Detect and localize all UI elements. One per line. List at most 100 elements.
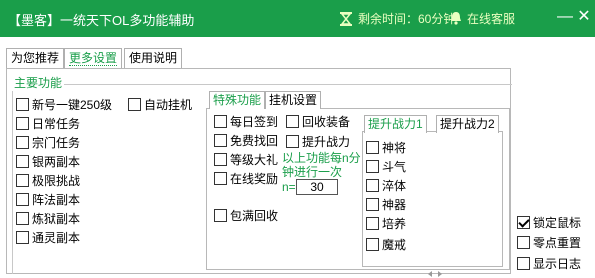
close-button[interactable]: ✕ <box>576 8 592 26</box>
tab-more-settings[interactable]: 更多设置 <box>64 48 123 68</box>
checkbox-label: 炼狱副本 <box>32 212 81 226</box>
checkbox-box[interactable] <box>16 212 29 225</box>
timer-text: 剩余时间：60分钟 <box>358 12 456 26</box>
checkbox-lock-mouse[interactable]: 锁定鼠标 <box>517 216 581 230</box>
checkbox-label: 银两副本 <box>32 155 81 169</box>
tab-special-functions[interactable]: 特殊功能 <box>209 91 266 109</box>
checkbox-label: 魔戒 <box>382 238 407 252</box>
checkbox-label: 新号一键250级 <box>32 98 113 112</box>
checkbox-label: 等级大礼 <box>230 153 279 167</box>
checkbox-box[interactable] <box>16 155 29 168</box>
checkbox-box[interactable] <box>128 98 141 111</box>
checkbox-box[interactable] <box>16 231 29 244</box>
checkbox-box[interactable] <box>366 141 379 154</box>
checkbox-box[interactable] <box>366 179 379 192</box>
checkbox-label: 淬体 <box>382 179 407 193</box>
checkbox-label: 回收装备 <box>302 115 351 129</box>
checkbox-box[interactable] <box>366 238 379 251</box>
checkbox-daily-tasks[interactable]: 日常任务 <box>16 117 80 131</box>
checkbox-box[interactable] <box>286 135 299 148</box>
checkbox-box[interactable] <box>214 153 227 166</box>
checkbox-box[interactable] <box>517 257 530 270</box>
checkbox-boost-power[interactable]: 提升战力 <box>286 135 350 149</box>
checkbox-label: 斗气 <box>382 160 407 174</box>
checkbox-box[interactable] <box>214 172 227 185</box>
online-service-label[interactable]: 在线客服 <box>467 12 515 26</box>
scroll-arrows-icon[interactable] <box>428 270 442 278</box>
checkbox-label: 在线奖励 <box>230 172 279 186</box>
checkbox-demon-ring[interactable]: 魔戒 <box>366 238 406 252</box>
checkbox-label: 免费找回 <box>230 134 279 148</box>
checkbox-label: 通灵副本 <box>32 231 81 245</box>
checkbox-show-log[interactable]: 显示日志 <box>517 257 581 271</box>
online-service-link[interactable]: 在线客服 <box>450 10 515 27</box>
checkbox-box[interactable] <box>16 136 29 149</box>
checkbox-label: 日常任务 <box>32 117 81 131</box>
checkbox-box[interactable] <box>16 98 29 111</box>
checkbox-box[interactable] <box>16 117 29 130</box>
checkbox-midnight-reset[interactable]: 零点重置 <box>517 236 581 250</box>
checkbox-box[interactable] <box>16 193 29 206</box>
checkbox-box[interactable] <box>366 217 379 230</box>
interval-note-line2: 钟进行一次 <box>282 165 343 179</box>
checkbox-formation-dungeon[interactable]: 阵法副本 <box>16 193 80 207</box>
checkbox-silver-dungeon[interactable]: 银两副本 <box>16 155 80 169</box>
checkbox-label: 神器 <box>382 198 407 212</box>
checkbox-label: 神将 <box>382 141 407 155</box>
checkbox-box[interactable] <box>16 174 29 187</box>
checkbox-auto-hangup[interactable]: 自动挂机 <box>128 98 192 112</box>
checkbox-label: 阵法副本 <box>32 193 81 207</box>
checkbox-label: 宗门任务 <box>32 136 81 150</box>
checkbox-label: 锁定鼠标 <box>533 216 582 230</box>
tab-hangup-settings[interactable]: 挂机设置 <box>265 91 322 109</box>
checkbox-box[interactable] <box>366 160 379 173</box>
n-label: n= <box>282 180 296 194</box>
checkbox-divine-general[interactable]: 神将 <box>366 141 406 155</box>
interval-note-line1: 以上功能每n分 <box>282 151 361 165</box>
checkbox-battle-qi[interactable]: 斗气 <box>366 160 406 174</box>
timer-display: 剩余时间：60分钟 <box>340 10 455 27</box>
tab-instructions-label[interactable]: 使用说明 <box>129 51 177 65</box>
hourglass-icon <box>340 12 352 26</box>
checkbox-artifact[interactable]: 神器 <box>366 198 406 212</box>
tab-more-settings-label[interactable]: 更多设置 <box>69 51 118 66</box>
checkbox-label: 每日签到 <box>230 115 279 129</box>
interval-n-input[interactable]: 30 <box>296 179 338 195</box>
checkbox-body-temper[interactable]: 淬体 <box>366 179 406 193</box>
checkbox-new-account-250[interactable]: 新号一键250级 <box>16 98 112 112</box>
bell-icon <box>451 12 461 25</box>
checkbox-limit-challenge[interactable]: 极限挑战 <box>16 174 80 188</box>
checkbox-label: 显示日志 <box>533 257 582 271</box>
checkbox-label: 极限挑战 <box>32 174 81 188</box>
tab-boost-power-1[interactable]: 提升战力1 <box>364 115 427 133</box>
checkbox-free-recover[interactable]: 免费找回 <box>214 134 278 148</box>
tab-instructions[interactable]: 使用说明 <box>124 48 183 68</box>
checkbox-sect-tasks[interactable]: 宗门任务 <box>16 136 80 150</box>
checkbox-box[interactable] <box>214 209 227 222</box>
checkbox-level-gift[interactable]: 等级大礼 <box>214 153 278 167</box>
title-bar: 【墨客】一统天下OL多功能辅助 剩余时间：60分钟 在线客服 — ✕ <box>0 0 595 37</box>
checkbox-daily-signin[interactable]: 每日签到 <box>214 115 278 129</box>
checkbox-box[interactable] <box>517 236 530 249</box>
tab-boost-power-2[interactable]: 提升战力2 <box>436 115 499 133</box>
checkbox-full-recycle[interactable]: 包满回收 <box>214 209 278 223</box>
checkbox-box[interactable] <box>214 134 227 147</box>
tab-recommend-label[interactable]: 为您推荐 <box>11 51 59 65</box>
checkbox-online-reward[interactable]: 在线奖励 <box>214 172 278 186</box>
checkbox-box[interactable] <box>517 216 530 229</box>
window-title: 【墨客】一统天下OL多功能辅助 <box>8 13 195 28</box>
checkbox-spirit-dungeon[interactable]: 通灵副本 <box>16 231 80 245</box>
checkbox-label: 培养 <box>382 217 407 231</box>
checkbox-box[interactable] <box>214 115 227 128</box>
checkbox-label: 零点重置 <box>533 236 582 250</box>
main-functions-title: 主要功能 <box>12 74 65 91</box>
checkbox-label: 自动挂机 <box>144 98 193 112</box>
tab-recommend[interactable]: 为您推荐 <box>6 48 65 68</box>
checkbox-purgatory-dungeon[interactable]: 炼狱副本 <box>16 212 80 226</box>
checkbox-label: 提升战力 <box>302 135 351 149</box>
checkbox-box[interactable] <box>286 115 299 128</box>
checkbox-cultivate[interactable]: 培养 <box>366 217 406 231</box>
checkbox-box[interactable] <box>366 198 379 211</box>
minimize-button[interactable]: — <box>557 8 573 26</box>
checkbox-recycle-equip[interactable]: 回收装备 <box>286 115 350 129</box>
